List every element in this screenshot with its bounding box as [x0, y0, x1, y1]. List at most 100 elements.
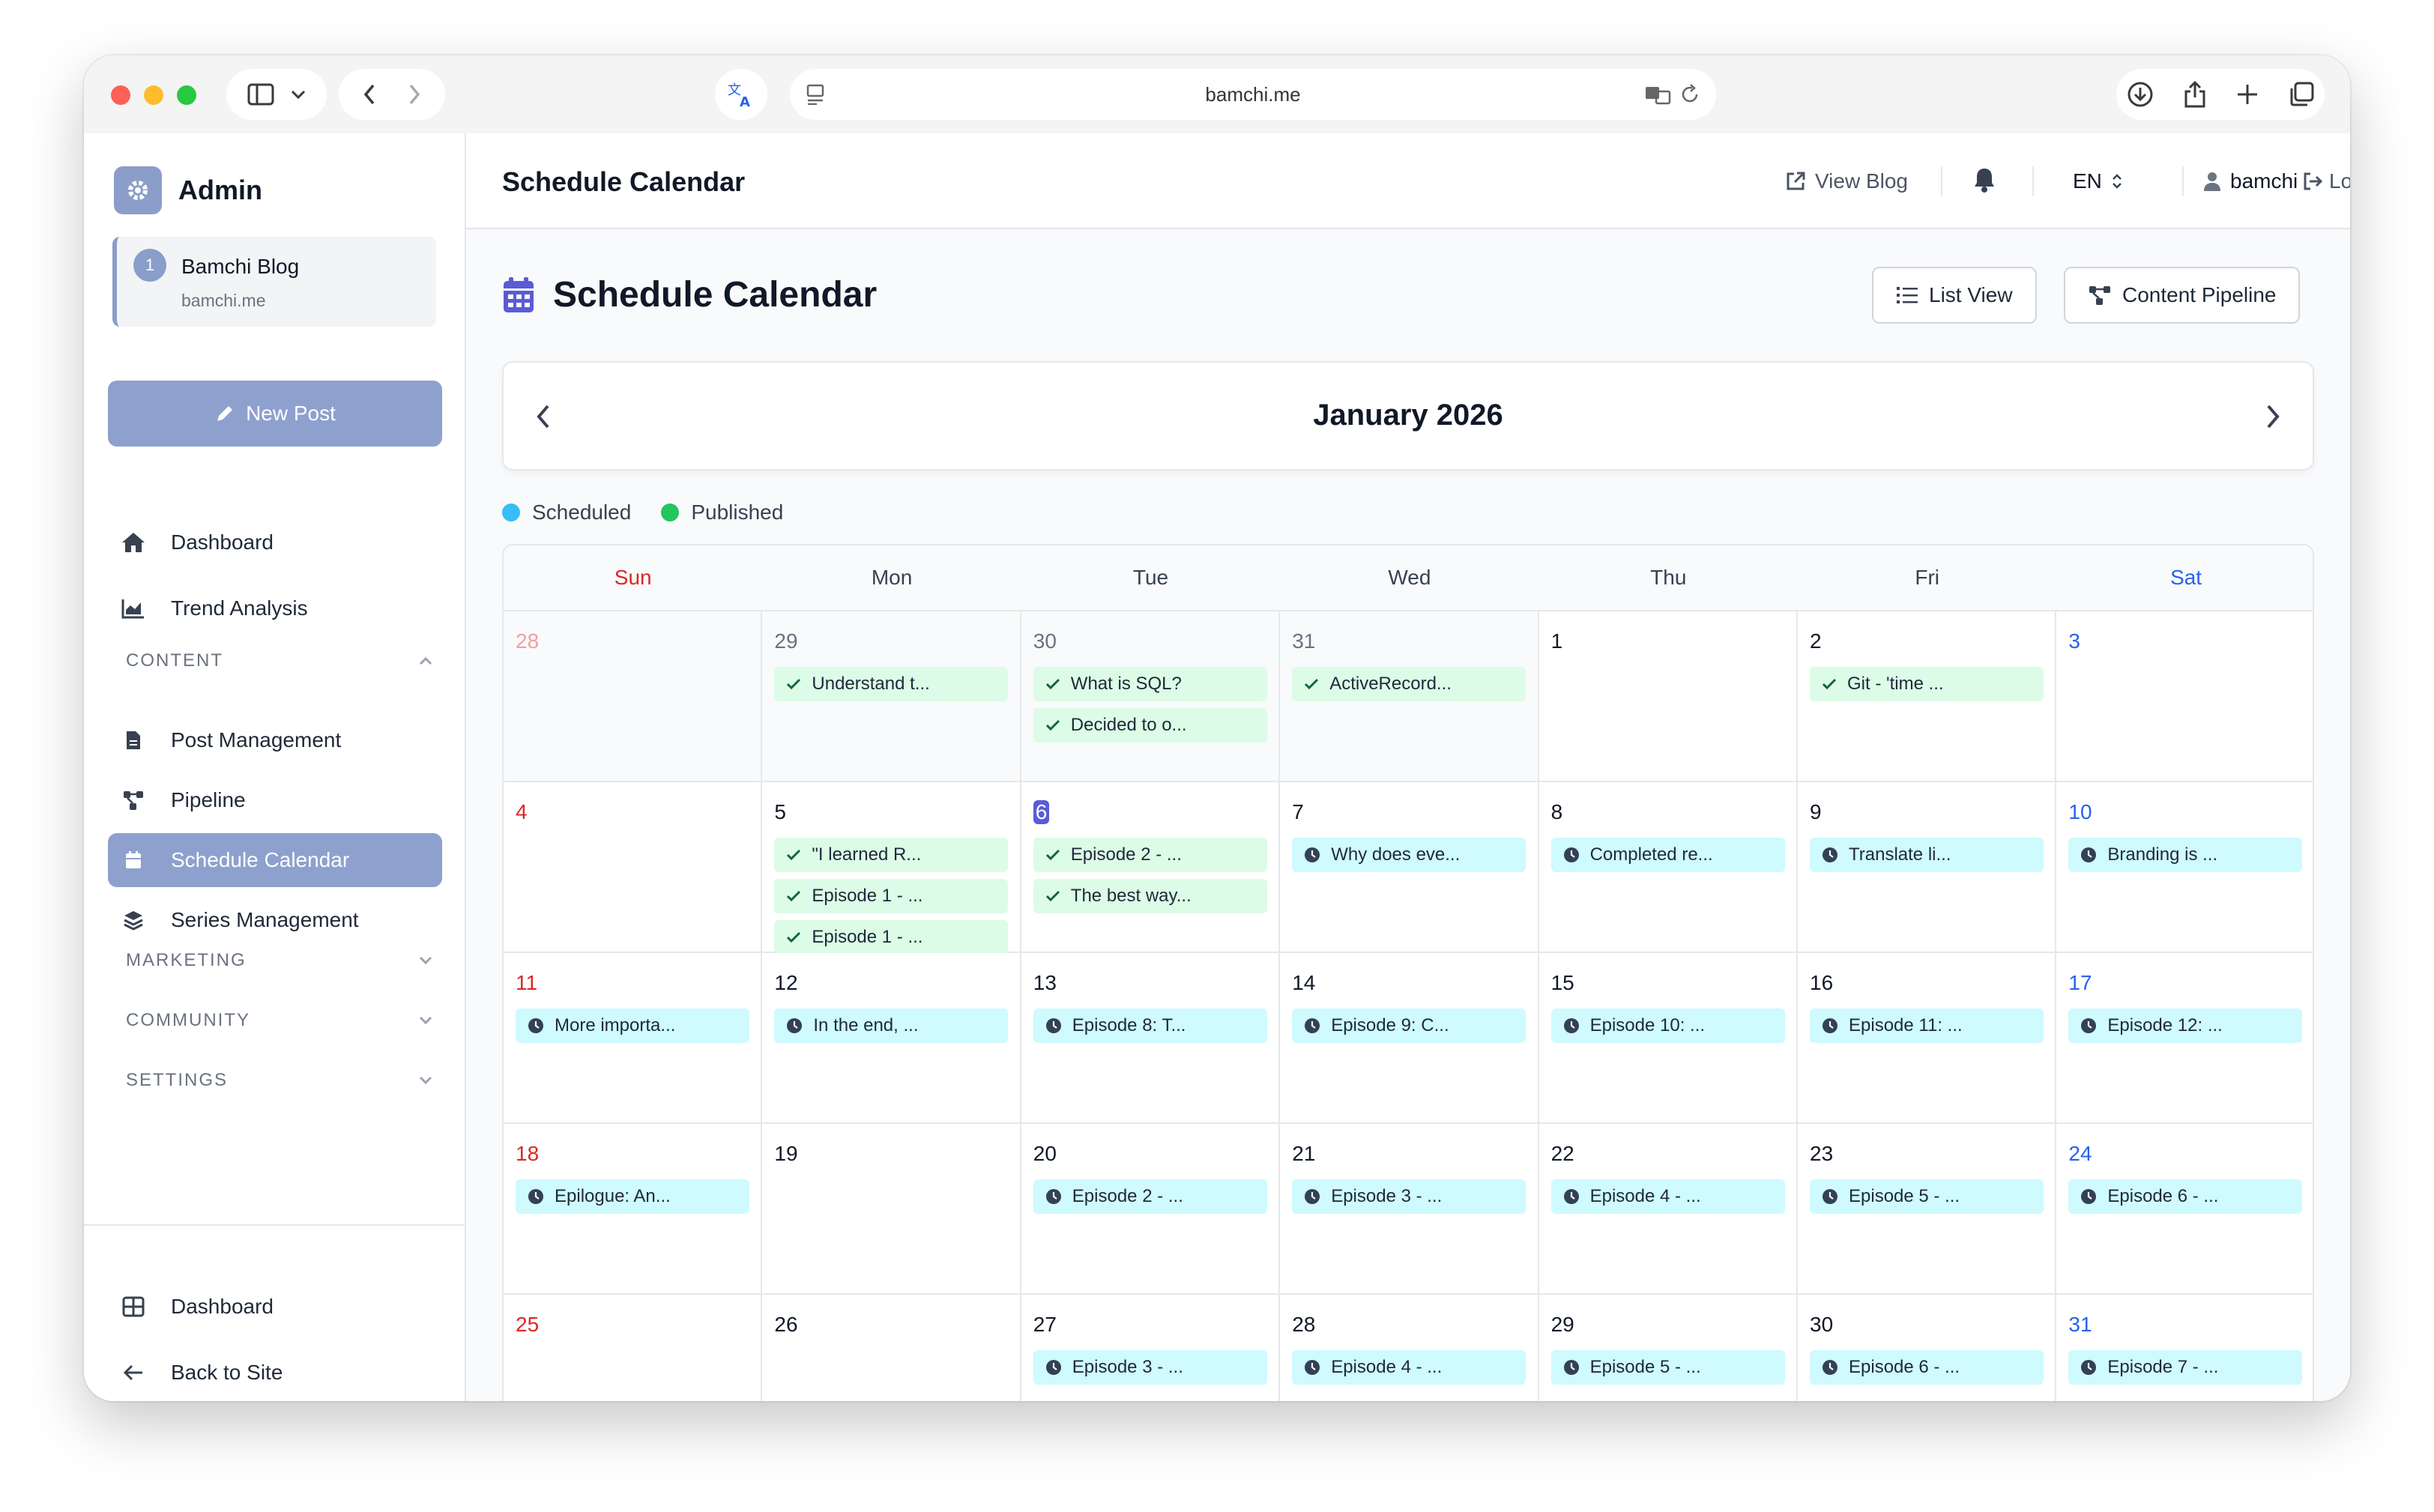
scheduled-event[interactable]: Episode 11: ...: [1810, 1008, 2044, 1043]
calendar-day-cell[interactable]: 22 Episode 4 - ...: [1538, 1124, 1798, 1295]
scheduled-event[interactable]: Why does eve...: [1292, 838, 1526, 872]
section-community-toggle[interactable]: COMMUNITY: [126, 1010, 433, 1031]
calendar-day-cell[interactable]: 29 Episode 5 - ...: [1538, 1295, 1798, 1401]
close-window-button[interactable]: [111, 85, 130, 105]
forward-arrow-icon[interactable]: [408, 84, 420, 105]
download-icon[interactable]: [2127, 81, 2154, 108]
minimize-window-button[interactable]: [144, 85, 163, 105]
zoom-window-button[interactable]: [177, 85, 196, 105]
published-event[interactable]: "I learned R...: [774, 838, 1009, 872]
calendar-day-cell[interactable]: 27 Episode 3 - ...: [1021, 1295, 1281, 1401]
calendar-day-cell[interactable]: 10 Branding is ...: [2056, 782, 2313, 953]
calendar-day-cell[interactable]: 21 Episode 3 - ...: [1280, 1124, 1539, 1295]
share-icon[interactable]: [2184, 81, 2206, 108]
new-post-button[interactable]: New Post: [108, 381, 442, 447]
scheduled-event[interactable]: Episode 5 - ...: [1550, 1350, 1785, 1385]
site-selector[interactable]: 1 Bamchi Blog bamchi.me: [112, 237, 436, 327]
calendar-day-cell[interactable]: 15 Episode 10: ...: [1538, 953, 1798, 1124]
sidebar-footer-dashboard[interactable]: Dashboard: [108, 1280, 442, 1334]
scheduled-event[interactable]: Episode 4 - ...: [1550, 1179, 1785, 1214]
calendar-day-cell[interactable]: 30 What is SQL? Decided to o...: [1021, 611, 1281, 782]
scheduled-event[interactable]: Episode 12: ...: [2068, 1008, 2303, 1043]
translate-button[interactable]: 文A: [715, 69, 767, 120]
sidebar-toggle-button[interactable]: [226, 69, 327, 120]
scheduled-event[interactable]: Episode 6 - ...: [2068, 1179, 2303, 1214]
scheduled-event[interactable]: Episode 3 - ...: [1292, 1179, 1526, 1214]
published-event[interactable]: Git - 'time ...: [1810, 667, 2044, 701]
sidebar-item-dashboard[interactable]: Dashboard: [108, 515, 442, 569]
calendar-day-cell[interactable]: 9 Translate li...: [1798, 782, 2057, 953]
scheduled-event[interactable]: More importa...: [516, 1008, 749, 1043]
calendar-day-cell[interactable]: 25: [504, 1295, 763, 1401]
scheduled-event[interactable]: Episode 6 - ...: [1810, 1350, 2044, 1385]
scheduled-event[interactable]: Episode 10: ...: [1550, 1008, 1785, 1043]
calendar-day-cell[interactable]: 14 Episode 9: C...: [1280, 953, 1539, 1124]
calendar-day-cell[interactable]: 3: [2056, 611, 2313, 782]
calendar-day-cell[interactable]: 2 Git - 'time ...: [1798, 611, 2057, 782]
published-event[interactable]: The best way...: [1033, 879, 1267, 913]
scheduled-event[interactable]: Episode 7 - ...: [2068, 1350, 2303, 1385]
notifications-button[interactable]: [1972, 166, 1996, 193]
published-event[interactable]: Understand t...: [774, 667, 1009, 701]
calendar-day-cell[interactable]: 5 "I learned R... Episode 1 - ... Episode 1…: [762, 782, 1021, 955]
address-bar[interactable]: bamchi.me: [790, 69, 1716, 120]
published-event[interactable]: ActiveRecord...: [1292, 667, 1526, 701]
user-menu[interactable]: bamchi: [2203, 169, 2298, 193]
sidebar-item-schedule-calendar[interactable]: Schedule Calendar: [108, 833, 442, 887]
next-month-icon[interactable]: [2263, 402, 2283, 432]
section-settings-toggle[interactable]: SETTINGS: [126, 1070, 433, 1091]
sidebar-item-pipeline[interactable]: Pipeline: [108, 773, 442, 827]
scheduled-event[interactable]: Episode 3 - ...: [1033, 1350, 1267, 1385]
reload-icon[interactable]: [1680, 84, 1700, 105]
calendar-day-cell[interactable]: 30 Episode 6 - ...: [1798, 1295, 2057, 1401]
admin-brand[interactable]: Admin: [114, 166, 262, 214]
calendar-day-cell[interactable]: 11 More importa...: [504, 953, 763, 1124]
scheduled-event[interactable]: Episode 2 - ...: [1033, 1179, 1267, 1214]
sidebar-item-trend-analysis[interactable]: Trend Analysis: [108, 581, 442, 635]
calendar-day-cell[interactable]: 17 Episode 12: ...: [2056, 953, 2313, 1124]
published-event[interactable]: Episode 1 - ...: [774, 920, 1009, 955]
scheduled-event[interactable]: Epilogue: An...: [516, 1179, 749, 1214]
calendar-day-cell[interactable]: 4: [504, 782, 763, 953]
published-event[interactable]: Decided to o...: [1033, 708, 1267, 743]
scheduled-event[interactable]: Completed re...: [1550, 838, 1785, 872]
calendar-day-cell[interactable]: 6 Episode 2 - ... The best way...: [1021, 782, 1281, 953]
calendar-day-cell[interactable]: 13 Episode 8: T...: [1021, 953, 1281, 1124]
calendar-day-cell[interactable]: 31 Episode 7 - ...: [2056, 1295, 2313, 1401]
calendar-day-cell[interactable]: 20 Episode 2 - ...: [1021, 1124, 1281, 1295]
calendar-day-cell[interactable]: 16 Episode 11: ...: [1798, 953, 2057, 1124]
new-tab-icon[interactable]: [2236, 83, 2259, 106]
published-event[interactable]: What is SQL?: [1033, 667, 1267, 701]
calendar-day-cell[interactable]: 29 Understand t...: [762, 611, 1021, 782]
scheduled-event[interactable]: Translate li...: [1810, 838, 2044, 872]
calendar-day-cell[interactable]: 1: [1538, 611, 1798, 782]
view-blog-link[interactable]: View Blog: [1785, 169, 1908, 193]
calendar-day-cell[interactable]: 19: [762, 1124, 1021, 1295]
published-event[interactable]: Episode 1 - ...: [774, 879, 1009, 913]
logout-button[interactable]: Logout: [2302, 169, 2350, 193]
list-view-button[interactable]: List View: [1872, 267, 2037, 324]
page-settings-icon[interactable]: [806, 84, 824, 105]
published-event[interactable]: Episode 2 - ...: [1033, 838, 1267, 872]
sidebar-item-series-management[interactable]: Series Management: [108, 893, 442, 947]
calendar-day-cell[interactable]: 18 Epilogue: An...: [504, 1124, 763, 1295]
section-content-toggle[interactable]: CONTENT: [126, 650, 433, 671]
back-arrow-icon[interactable]: [363, 84, 375, 105]
calendar-day-cell[interactable]: 23 Episode 5 - ...: [1798, 1124, 2057, 1295]
section-marketing-toggle[interactable]: MARKETING: [126, 950, 433, 971]
sidebar-footer-back-to-site[interactable]: Back to Site: [108, 1346, 442, 1400]
scheduled-event[interactable]: Episode 4 - ...: [1292, 1350, 1526, 1385]
calendar-day-cell[interactable]: 28: [504, 611, 763, 782]
calendar-day-cell[interactable]: 28 Episode 4 - ...: [1280, 1295, 1539, 1401]
calendar-day-cell[interactable]: 7 Why does eve...: [1280, 782, 1539, 953]
translate-page-icon[interactable]: [1644, 84, 1671, 105]
scheduled-event[interactable]: Episode 5 - ...: [1810, 1179, 2044, 1214]
language-select[interactable]: EN: [2073, 169, 2123, 193]
calendar-day-cell[interactable]: 12 In the end, ...: [762, 953, 1021, 1124]
calendar-day-cell[interactable]: 26: [762, 1295, 1021, 1401]
calendar-day-cell[interactable]: 8 Completed re...: [1538, 782, 1798, 953]
sidebar-item-post-management[interactable]: Post Management: [108, 713, 442, 767]
scheduled-event[interactable]: Episode 9: C...: [1292, 1008, 1526, 1043]
scheduled-event[interactable]: Episode 8: T...: [1033, 1008, 1267, 1043]
tab-overview-icon[interactable]: [2289, 82, 2314, 107]
